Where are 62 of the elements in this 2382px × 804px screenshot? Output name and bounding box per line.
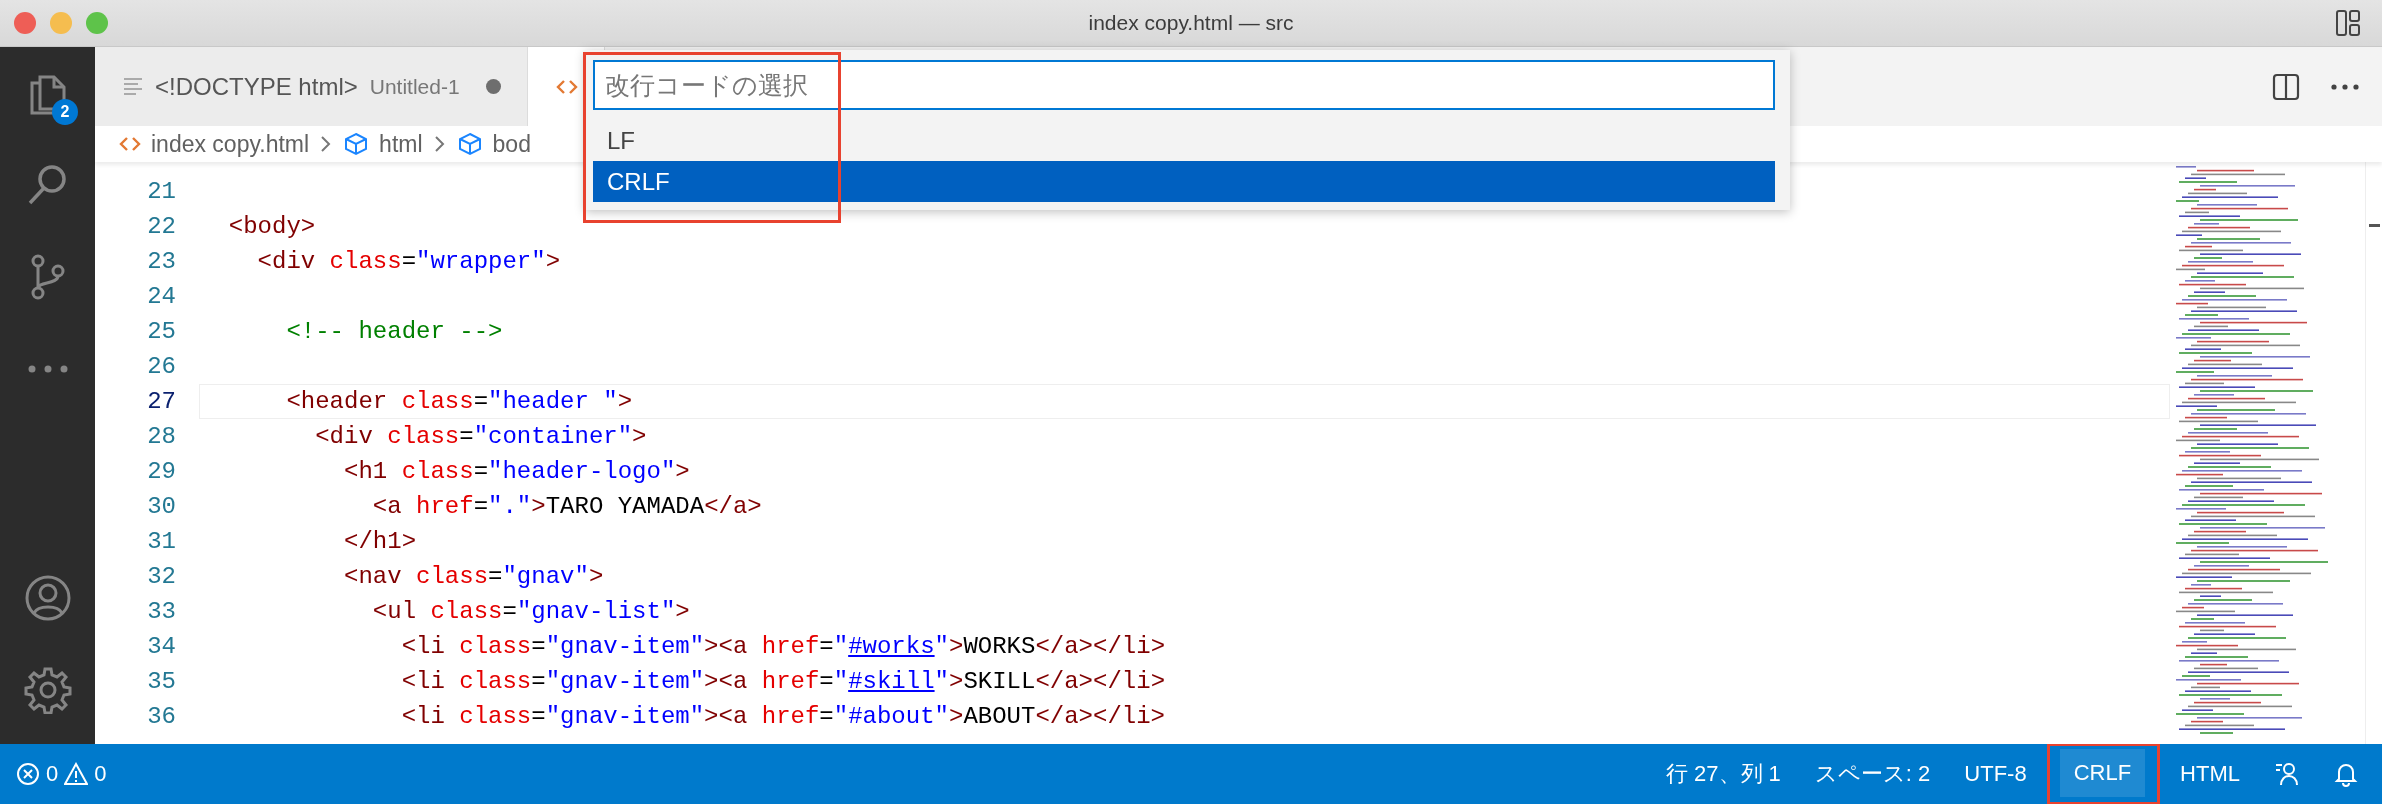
- status-item[interactable]: スペース: 2: [1800, 750, 1945, 798]
- editor-tab[interactable]: <!DOCTYPE html> Untitled-1: [95, 47, 528, 126]
- error-count[interactable]: 0: [46, 761, 59, 787]
- code-line: <nav class="gnav">: [343, 562, 605, 592]
- warning-icon: [64, 762, 89, 786]
- list-option[interactable]: LF: [593, 120, 1775, 161]
- tab-description: Untitled-1: [369, 74, 460, 99]
- status-item[interactable]: 行 27、列 1: [1651, 750, 1795, 798]
- close-window-button[interactable]: [14, 12, 36, 34]
- more-actions-icon[interactable]: [2330, 82, 2360, 91]
- bell-icon[interactable]: [2334, 761, 2358, 787]
- error-icon: [16, 762, 40, 786]
- tab-title: <!DOCTYPE html>: [155, 72, 358, 101]
- line-number: 23: [146, 248, 176, 275]
- account-icon[interactable]: [23, 574, 72, 622]
- line-number: 24: [146, 283, 176, 310]
- layout-icon[interactable]: [2336, 10, 2360, 36]
- line-number: 29: [146, 458, 176, 485]
- line-number: 35: [146, 668, 176, 695]
- breadcrumb-item[interactable]: index copy.html: [151, 130, 310, 158]
- code-line: <div class="container">: [314, 422, 648, 452]
- line-number: 28: [146, 423, 176, 450]
- status-item[interactable]: UTF-8: [1950, 750, 2041, 798]
- scrollbar-thumb[interactable]: [2369, 224, 2380, 227]
- line-number: 36: [146, 703, 176, 730]
- split-editor-icon[interactable]: [2272, 72, 2300, 101]
- code-line: <!-- header -->: [285, 317, 504, 347]
- status-item[interactable]: CRLF: [2059, 749, 2146, 797]
- code-line: </h1>: [343, 527, 418, 557]
- breadcrumb-item[interactable]: html: [379, 130, 423, 158]
- line-number: 22: [146, 213, 176, 240]
- count-badge: 2: [52, 99, 78, 125]
- line-number: 26: [146, 353, 176, 380]
- line-number: 31: [146, 528, 176, 555]
- code-line: <body>: [227, 212, 317, 242]
- chevron-icon: [432, 134, 447, 154]
- code-line: <h1 class="header-logo">: [343, 457, 691, 487]
- list-option[interactable]: CRLF: [593, 161, 1775, 202]
- cube-icon: [456, 131, 483, 157]
- code-line: <div class="wrapper">: [256, 247, 562, 277]
- breadcrumb-item[interactable]: bod: [492, 130, 531, 158]
- line-number: 21: [146, 178, 176, 205]
- feedback-icon[interactable]: [2274, 761, 2300, 787]
- window-title: index copy.html — src: [1088, 11, 1294, 34]
- code-line: <li class="gnav-item"><a href="#skill">SKILL</a></li>: [400, 667, 1167, 697]
- line-number: 27: [146, 388, 176, 415]
- warning-count[interactable]: 0: [94, 761, 107, 787]
- lines-icon: [123, 75, 143, 98]
- line-number: 30: [146, 493, 176, 520]
- code-line: <li class="gnav-item"><a href="#works">WORKS</a></li>: [400, 632, 1167, 662]
- code-line: <a href=".">TARO YAMADA</a>: [371, 492, 763, 522]
- code-line: <li class="gnav-item"><a href="#about">ABOUT</a></li>: [400, 702, 1166, 732]
- unsaved-dot-icon[interactable]: [485, 79, 501, 94]
- input-field[interactable]: 改行コードの選択: [593, 60, 1775, 110]
- line-number: 34: [146, 633, 176, 660]
- cube-icon: [343, 131, 370, 157]
- line-number: 33: [146, 598, 176, 625]
- line-number: 25: [146, 318, 176, 345]
- settings-icon[interactable]: [23, 666, 72, 714]
- code-line: <ul class="gnav-list">: [371, 597, 691, 627]
- status-item[interactable]: HTML: [2166, 750, 2254, 798]
- line-number: 32: [146, 563, 176, 590]
